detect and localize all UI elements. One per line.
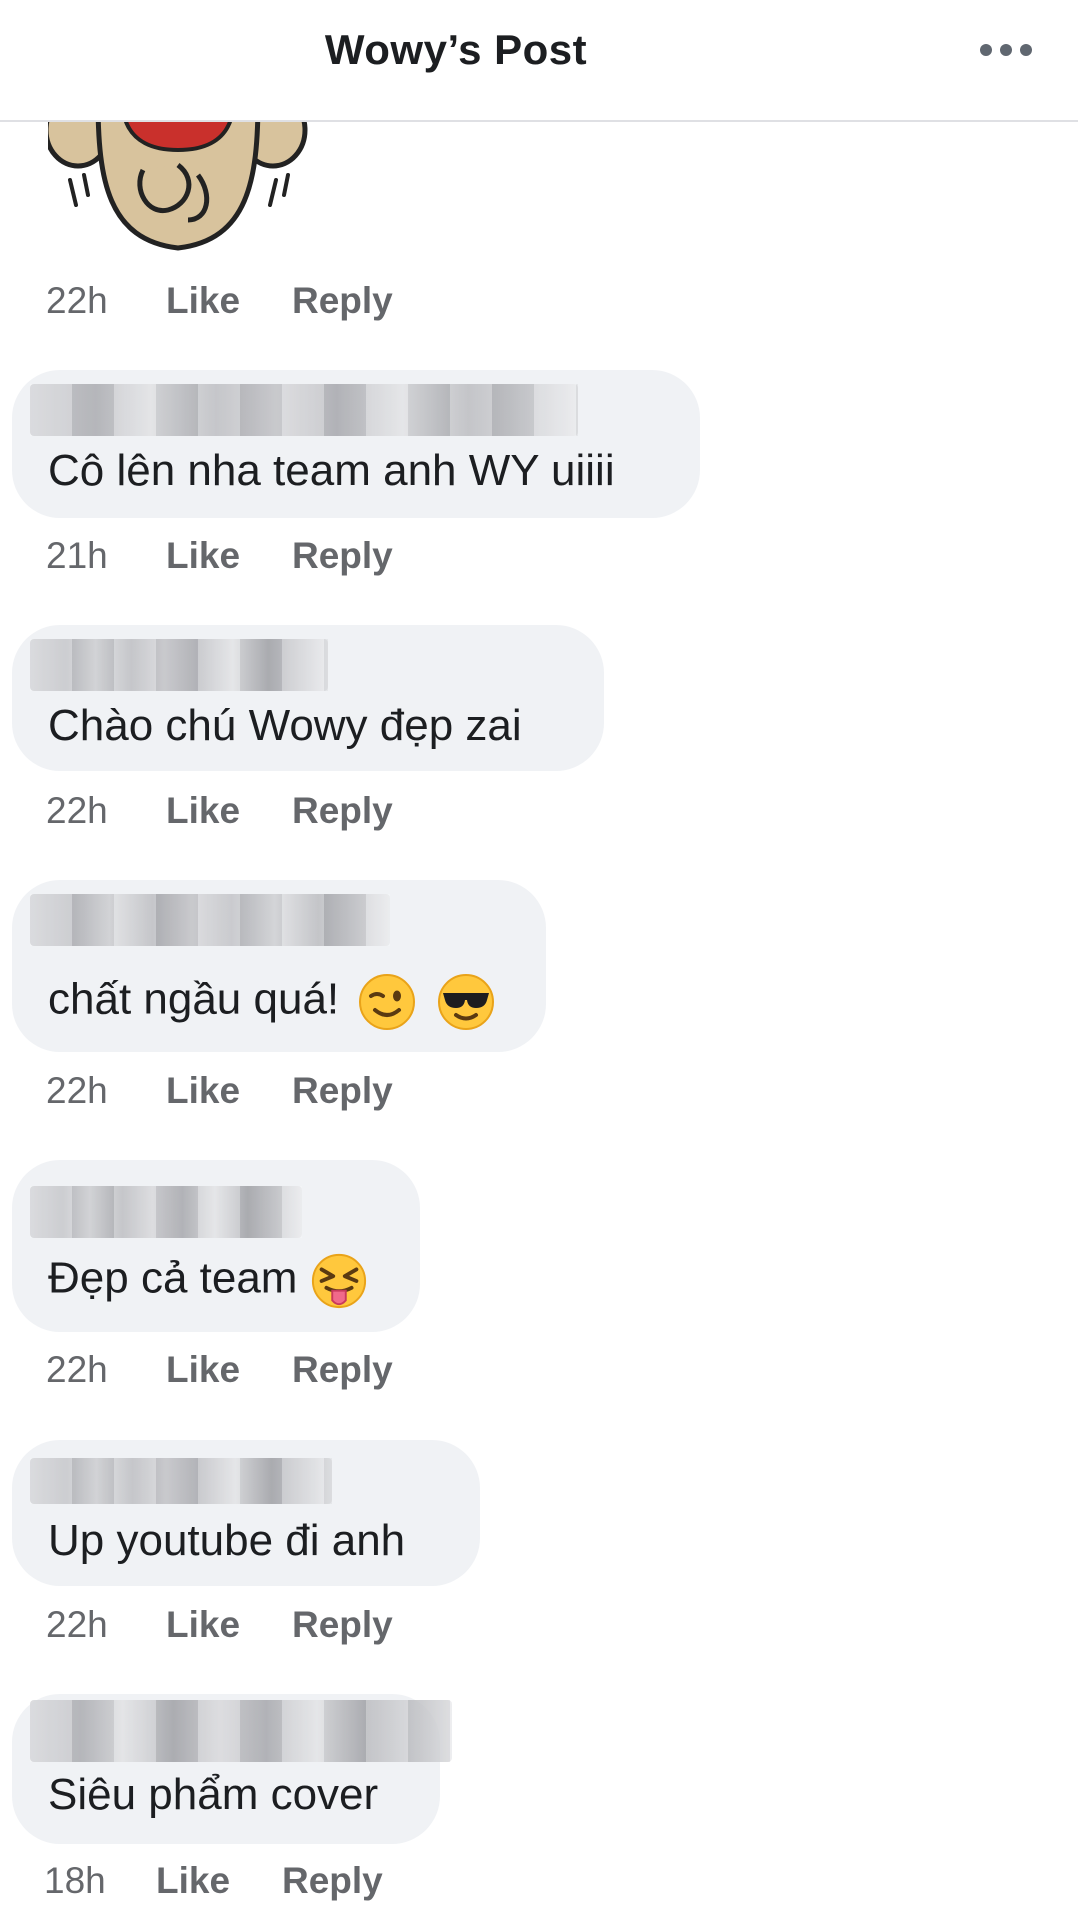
comment-bubble[interactable]: Chào chú Wowy đẹp zai — [12, 625, 604, 771]
comment-time: 22h — [46, 790, 108, 831]
comment-meta: 22h Like Reply — [46, 786, 393, 836]
author-name-redacted — [30, 384, 578, 436]
comment-meta: 18h Like Reply — [44, 1856, 383, 1906]
comment-meta: 22h Like Reply — [46, 1600, 393, 1650]
comment-meta: 22h Like Reply — [46, 1066, 393, 1116]
author-name-redacted — [30, 1700, 452, 1762]
comment-text: Cô lên nha team anh WY uiiii — [48, 446, 615, 495]
comment-time: 22h — [46, 1349, 108, 1390]
top-bar: Wowy’s Post — [0, 0, 1078, 122]
comment-time: 18h — [44, 1860, 106, 1901]
reply-link[interactable]: Reply — [292, 1349, 393, 1391]
comment-bubble[interactable]: Siêu phẩm cover — [12, 1694, 452, 1844]
author-name-redacted — [30, 1186, 302, 1238]
like-link[interactable]: Like — [166, 1349, 292, 1391]
comment-text: Up youtube đi anh — [48, 1516, 406, 1565]
winking-face-emoji-icon — [359, 974, 416, 1030]
reply-link[interactable]: Reply — [292, 790, 393, 832]
comment-time: 21h — [46, 535, 108, 576]
comment-text: Chào chú Wowy đẹp zai — [48, 701, 522, 750]
page-title: Wowy’s Post — [324, 26, 588, 73]
comment-meta: 22h Like Reply — [46, 1345, 393, 1395]
sunglasses-face-emoji-icon — [437, 974, 494, 1030]
like-link[interactable]: Like — [156, 1860, 282, 1902]
reply-link[interactable]: Reply — [282, 1860, 383, 1902]
squinting-face-with-tongue-emoji-icon — [311, 1253, 366, 1309]
sticker-image[interactable] — [48, 120, 308, 255]
reply-link[interactable]: Reply — [292, 535, 393, 577]
reply-link[interactable]: Reply — [292, 1070, 393, 1112]
comment-text-content: chất ngầu quá! — [48, 974, 340, 1024]
reply-link[interactable]: Reply — [292, 280, 393, 322]
comment-text-content: Đẹp cả team — [48, 1253, 298, 1303]
comment-bubble[interactable]: Đẹp cả team — [12, 1160, 420, 1332]
comment-time: 22h — [46, 1604, 108, 1645]
comment-bubble[interactable]: chất ngầu quá! — [12, 880, 546, 1052]
comment-text: Siêu phẩm cover — [48, 1770, 379, 1819]
like-link[interactable]: Like — [166, 535, 292, 577]
comment-text: Đẹp cả team — [48, 1252, 368, 1310]
comment-bubble[interactable]: Up youtube đi anh — [12, 1440, 480, 1586]
comment-meta: 22h Like Reply — [46, 276, 393, 326]
comment-time: 22h — [46, 280, 108, 321]
comment-text: chất ngầu quá! — [48, 972, 496, 1032]
like-link[interactable]: Like — [166, 280, 292, 322]
reply-link[interactable]: Reply — [292, 1604, 393, 1646]
comment-meta: 21h Like Reply — [46, 531, 393, 581]
comment-time: 22h — [46, 1070, 108, 1111]
like-link[interactable]: Like — [166, 1604, 292, 1646]
like-link[interactable]: Like — [166, 790, 292, 832]
author-name-redacted — [30, 639, 328, 691]
author-name-redacted — [30, 1458, 332, 1504]
like-link[interactable]: Like — [166, 1070, 292, 1112]
comment-bubble[interactable]: Cô lên nha team anh WY uiiii — [12, 370, 700, 518]
more-options-icon[interactable] — [978, 38, 1034, 62]
author-name-redacted — [30, 894, 390, 946]
